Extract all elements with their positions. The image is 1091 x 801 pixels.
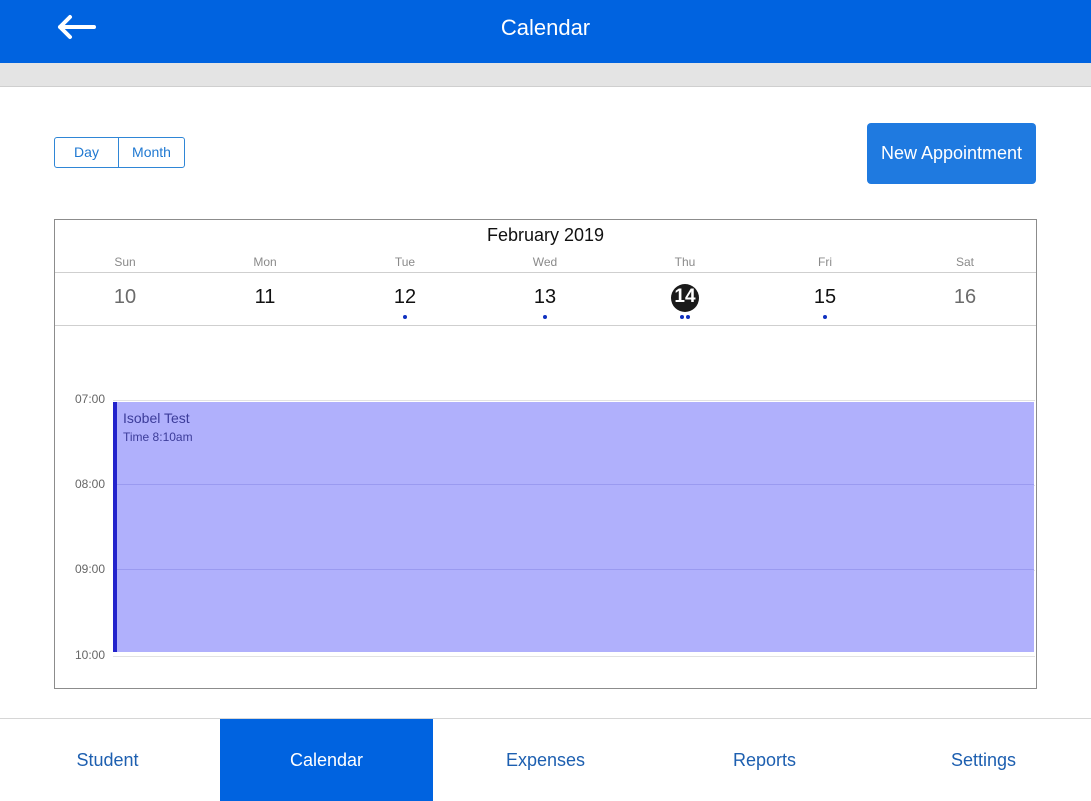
date-number: 12 [393,286,417,308]
event-time: Time 8:10am [123,430,193,444]
event-dots [195,315,335,321]
event-hour-line [117,484,1034,485]
hour-line [113,400,1035,401]
bottom-nav: Student Calendar Expenses Reports Settin… [0,718,1091,801]
event-dots [615,315,755,321]
hour-label: 10:00 [74,648,105,662]
appointment-event[interactable]: Isobel Test Time 8:10am [113,402,1034,652]
event-dot [823,315,827,319]
day-time-grid: 07:00 08:00 09:00 10:00 Isobel Test Time… [55,326,1036,688]
event-dot [403,315,407,319]
date-cell-tue[interactable]: 12 [335,273,475,325]
nav-settings[interactable]: Settings [876,719,1091,801]
hour-line [113,656,1035,657]
month-title: February 2019 [486,225,605,245]
date-cell-wed[interactable]: 13 [475,273,615,325]
event-dots [335,315,475,321]
nav-student[interactable]: Student [0,719,215,801]
week-date-row: 10 11 12 13 14 15 16 [55,273,1036,325]
nav-expenses[interactable]: Expenses [438,719,653,801]
weekday-label-fri: Fri [818,255,832,269]
view-toggle: Day Month [54,137,185,168]
page-title: Calendar [500,15,591,40]
month-view-button[interactable]: Month [119,138,184,167]
weekday-header-row: Sun Mon Tue Wed Thu Fri Sat [55,255,1036,271]
date-number: 16 [953,286,977,308]
event-dot [680,315,684,319]
hour-label: 07:00 [74,392,105,406]
new-appointment-button[interactable]: New Appointment [867,123,1036,184]
nav-calendar[interactable]: Calendar [220,719,433,801]
header-divider-strip [0,63,1091,87]
event-dot [686,315,690,319]
date-cell-sun[interactable]: 10 [55,273,195,325]
date-cell-thu-selected[interactable]: 14 [615,273,755,325]
event-dots [895,315,1035,321]
weekday-label-mon: Mon [253,255,277,269]
event-dots [755,315,895,321]
date-number: 13 [533,286,557,308]
date-number: 14 [674,286,696,307]
date-number: 10 [113,286,137,308]
date-cell-mon[interactable]: 11 [195,273,335,325]
weekday-label-sat: Sat [955,255,974,269]
hour-label: 08:00 [74,477,105,491]
calendar-panel: February 2019 Sun Mon Tue Wed Thu Fri Sa… [54,219,1037,689]
date-number: 15 [813,286,837,308]
nav-reports[interactable]: Reports [657,719,872,801]
top-bar: Calendar [0,0,1091,63]
date-number: 11 [254,286,276,308]
weekday-label-sun: Sun [114,255,136,269]
day-view-button[interactable]: Day [55,138,119,167]
event-dots [55,315,195,321]
weekday-label-tue: Tue [394,255,416,269]
weekday-label-wed: Wed [532,255,558,269]
date-cell-fri[interactable]: 15 [755,273,895,325]
hour-label: 09:00 [74,562,105,576]
event-dot [543,315,547,319]
event-hour-line [117,569,1034,570]
event-title: Isobel Test [123,410,190,426]
date-cell-sat[interactable]: 16 [895,273,1035,325]
event-dots [475,315,615,321]
weekday-label-thu: Thu [674,255,696,269]
